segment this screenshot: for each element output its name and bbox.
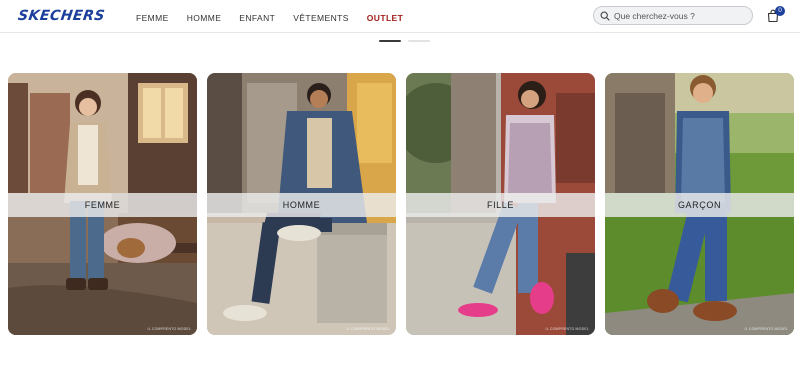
main-nav: FEMME HOMME ENFANT VÊTEMENTS OUTLET	[136, 13, 421, 23]
category-label: HOMME	[207, 193, 396, 217]
photo-credit: IL COMPRENTO MODEL	[346, 327, 390, 331]
search-bar[interactable]	[593, 6, 753, 25]
carousel-dot-1[interactable]	[379, 40, 401, 42]
photo-credit: IL COMPRENTO MODEL	[744, 327, 788, 331]
photo-credit: IL COMPRENTO MODEL	[545, 327, 589, 331]
category-card-femme[interactable]: FEMME IL COMPRENTO MODEL	[8, 73, 197, 335]
nav-outlet[interactable]: OUTLET	[367, 13, 403, 23]
search-icon[interactable]	[600, 11, 610, 21]
nav-femme[interactable]: FEMME	[136, 13, 169, 23]
category-label: FEMME	[8, 193, 197, 217]
nav-enfant[interactable]: ENFANT	[239, 13, 275, 23]
site-header: SKECHERS FEMME HOMME ENFANT VÊTEMENTS OU…	[0, 0, 800, 33]
search-input[interactable]	[614, 9, 748, 23]
carousel-dot-2[interactable]	[408, 40, 430, 42]
category-card-garcon[interactable]: GARÇON IL COMPRENTO MODEL	[605, 73, 794, 335]
photo-credit: IL COMPRENTO MODEL	[147, 327, 191, 331]
skechers-logo[interactable]: SKECHERS	[17, 8, 106, 24]
category-label: FILLE	[406, 193, 595, 217]
nav-vetements[interactable]: VÊTEMENTS	[293, 13, 349, 23]
category-label: GARÇON	[605, 193, 794, 217]
cart-count-badge: 0	[775, 6, 785, 16]
carousel-indicators	[379, 40, 430, 42]
category-card-fille[interactable]: FILLE IL COMPRENTO MODEL	[406, 73, 595, 335]
category-card-homme[interactable]: HOMME IL COMPRENTO MODEL	[207, 73, 396, 335]
nav-homme[interactable]: HOMME	[187, 13, 222, 23]
